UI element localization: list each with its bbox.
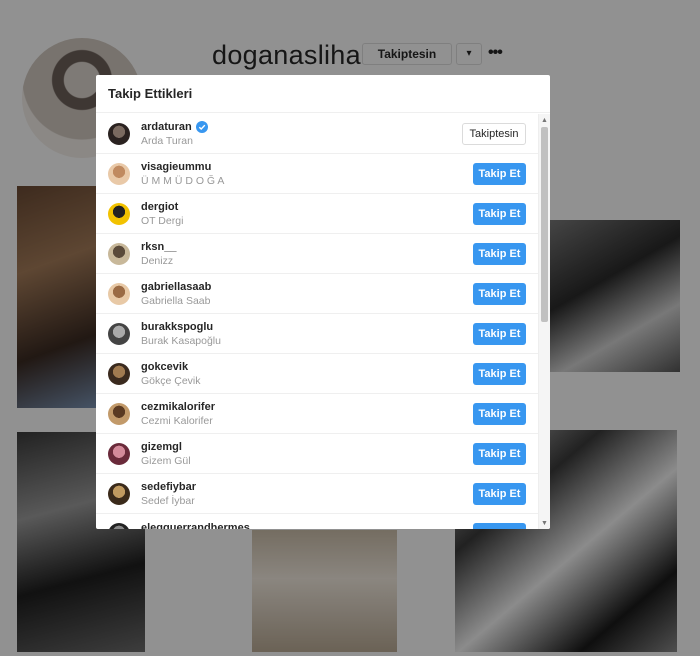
modal-title: Takip Ettikleri [108, 86, 193, 101]
follow-button[interactable]: Takip Et [473, 403, 526, 425]
username-link[interactable]: visagieummu [141, 161, 211, 173]
username-text: visagieummu [141, 161, 212, 173]
username-link[interactable]: burakkspoglu [141, 321, 213, 333]
follow-button[interactable]: Takip Et [473, 283, 526, 305]
full-name: Sedef İybar [141, 495, 195, 507]
following-list[interactable]: ardaturan Arda Turan Takiptesin visagieummu… [96, 114, 538, 529]
username-text: ardaturan [141, 121, 192, 133]
full-name: Ü M M Ü D O Ğ A [141, 175, 225, 187]
follow-button[interactable]: Takip Et [473, 523, 526, 529]
follow-button[interactable]: Takip Et [473, 443, 526, 465]
full-name: Gökçe Çevik [141, 375, 201, 387]
scrollbar-thumb[interactable] [541, 127, 548, 322]
username-text: gizemgl [141, 441, 182, 453]
username-text: gabriellasaab [141, 281, 212, 293]
follow-button[interactable]: Takip Et [473, 243, 526, 265]
username-link[interactable]: gabriellasaab [141, 281, 211, 293]
username-link[interactable]: rksn__ [141, 241, 176, 253]
list-item[interactable]: burakkspoglu Burak Kasapoğlu Takip Et [96, 314, 538, 354]
list-item[interactable]: ardaturan Arda Turan Takiptesin [96, 114, 538, 154]
list-item[interactable]: gokcevik Gökçe Çevik Takip Et [96, 354, 538, 394]
full-name: Cezmi Kalorifer [141, 415, 213, 427]
avatar[interactable] [108, 523, 130, 529]
full-name: Burak Kasapoğlu [141, 335, 221, 347]
username-text: burakkspoglu [141, 321, 214, 333]
full-name: OT Dergi [141, 215, 184, 227]
username-link[interactable]: gokcevik [141, 361, 188, 373]
username-link[interactable]: dergiot [141, 201, 178, 213]
following-modal: Takip Ettikleri ardaturan Arda Turan Takip… [96, 75, 550, 529]
avatar[interactable] [108, 363, 130, 385]
full-name: Denizz [141, 255, 174, 267]
follow-button[interactable]: Takip Et [473, 363, 526, 385]
list-item[interactable]: gabriellasaab Gabriella Saab Takip Et [96, 274, 538, 314]
avatar[interactable] [108, 203, 130, 225]
avatar[interactable] [108, 483, 130, 505]
username-text: gokcevik [141, 361, 189, 373]
list-item[interactable]: dergiot OT Dergi Takip Et [96, 194, 538, 234]
username-text: cezmikalorifer [141, 401, 215, 413]
list-item[interactable]: cezmikalorifer Cezmi Kalorifer Takip Et [96, 394, 538, 434]
following-button[interactable]: Takiptesin [462, 123, 526, 145]
follow-button[interactable]: Takip Et [473, 483, 526, 505]
follow-button[interactable]: Takip Et [473, 163, 526, 185]
scroll-up-arrow-icon[interactable]: ▲ [541, 117, 548, 124]
avatar[interactable] [108, 283, 130, 305]
follow-button[interactable]: Takip Et [473, 203, 526, 225]
username-link[interactable]: sedefiybar [141, 481, 196, 493]
list-item[interactable]: sedefiybar Sedef İybar Takip Et [96, 474, 538, 514]
modal-header: Takip Ettikleri [96, 75, 550, 113]
avatar[interactable] [108, 323, 130, 345]
username-link[interactable]: eleqguerrandhermes [141, 522, 250, 529]
username-text: rksn__ [141, 241, 177, 253]
full-name: Gizem Gül [141, 455, 191, 467]
avatar[interactable] [108, 123, 130, 145]
follow-button[interactable]: Takip Et [473, 323, 526, 345]
full-name: Gabriella Saab [141, 295, 211, 307]
full-name: Arda Turan [141, 135, 193, 147]
username-link[interactable]: gizemgl [141, 441, 182, 453]
avatar[interactable] [108, 443, 130, 465]
username-link[interactable]: ardaturan [141, 121, 208, 133]
scroll-down-arrow-icon[interactable]: ▼ [541, 520, 548, 527]
avatar[interactable] [108, 243, 130, 265]
username-text: eleqguerrandhermes [141, 522, 250, 529]
scrollbar[interactable]: ▲ ▼ [538, 114, 550, 529]
avatar[interactable] [108, 403, 130, 425]
avatar[interactable] [108, 163, 130, 185]
list-item[interactable]: rksn__ Denizz Takip Et [96, 234, 538, 274]
list-item[interactable]: eleqguerrandhermes Takip Et [96, 514, 538, 529]
username-link[interactable]: cezmikalorifer [141, 401, 215, 413]
list-item[interactable]: gizemgl Gizem Gül Takip Et [96, 434, 538, 474]
username-text: sedefiybar [141, 481, 197, 493]
list-item[interactable]: visagieummu Ü M M Ü D O Ğ A Takip Et [96, 154, 538, 194]
verified-badge-icon [195, 121, 208, 133]
username-text: dergiot [141, 201, 179, 213]
